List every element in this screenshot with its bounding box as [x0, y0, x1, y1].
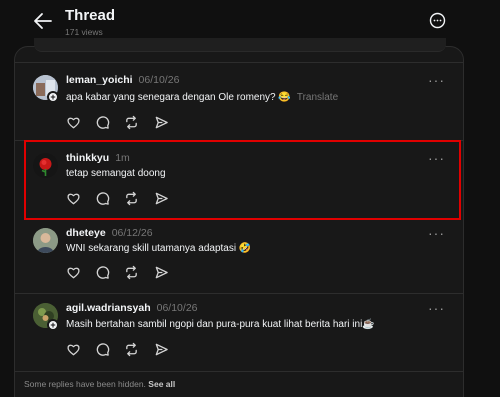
highlight-box [24, 140, 461, 220]
repost-icon[interactable] [124, 342, 139, 357]
page-title: Thread [65, 7, 116, 24]
share-icon[interactable] [154, 115, 169, 130]
like-icon[interactable] [66, 342, 81, 357]
divider [14, 371, 464, 372]
more-options-icon[interactable] [429, 12, 446, 29]
post-content: WNI sekarang skill utamanya adaptasi 🤣 [66, 243, 251, 254]
post-more-icon[interactable]: ··· [428, 301, 444, 315]
post-text: Masih bertahan sambil ngopi dan pura-pur… [66, 319, 375, 330]
post-content: apa kabar yang senegara dengan Ole romen… [66, 92, 338, 103]
post-content: Masih bertahan sambil ngopi dan pura-pur… [66, 319, 375, 330]
repost-icon[interactable] [124, 115, 139, 130]
timestamp: 06/12/26 [111, 227, 153, 239]
post-more-icon[interactable]: ··· [428, 73, 444, 87]
repost-icon[interactable] [124, 265, 139, 280]
view-count: 171 views [65, 27, 103, 37]
post-more-icon[interactable]: ··· [428, 226, 444, 240]
avatar[interactable] [33, 228, 58, 253]
share-icon[interactable] [154, 265, 169, 280]
reply-post: dheteye 06/12/26 ··· WNI sekarang skill u… [14, 220, 464, 296]
username[interactable]: agil.wadriansyah [66, 302, 151, 314]
post-text: WNI sekarang skill utamanya adaptasi 🤣 [66, 243, 252, 254]
post-header: dheteye 06/12/26 [66, 227, 153, 239]
post-header: agil.wadriansyah 06/10/26 [66, 302, 198, 314]
share-icon[interactable] [154, 342, 169, 357]
post-header: leman_yoichi 06/10/26 [66, 74, 179, 86]
back-arrow-icon[interactable] [33, 12, 53, 30]
timestamp: 06/10/26 [156, 302, 198, 314]
parent-post-edge [34, 38, 446, 52]
see-all-link[interactable]: See all [148, 379, 175, 389]
reply-icon[interactable] [95, 342, 110, 357]
hidden-replies-notice: Some replies have been hidden. See all [24, 379, 175, 389]
username[interactable]: dheteye [66, 227, 106, 239]
hidden-replies-text: Some replies have been hidden. [24, 379, 146, 389]
post-text: apa kabar yang senegara dengan Ole romen… [66, 92, 291, 103]
follow-plus-icon[interactable]: + [47, 91, 59, 103]
like-icon[interactable] [66, 115, 81, 130]
translate-link[interactable]: Translate [297, 92, 338, 103]
reply-post: + leman_yoichi 06/10/26 ··· apa kabar yan… [14, 62, 464, 140]
reply-post: + agil.wadriansyah 06/10/26 ··· Masih ber… [14, 293, 464, 371]
username[interactable]: leman_yoichi [66, 74, 133, 86]
timestamp: 06/10/26 [138, 74, 180, 86]
reply-icon[interactable] [95, 115, 110, 130]
follow-plus-icon[interactable]: + [47, 319, 59, 331]
like-icon[interactable] [66, 265, 81, 280]
reply-icon[interactable] [95, 265, 110, 280]
